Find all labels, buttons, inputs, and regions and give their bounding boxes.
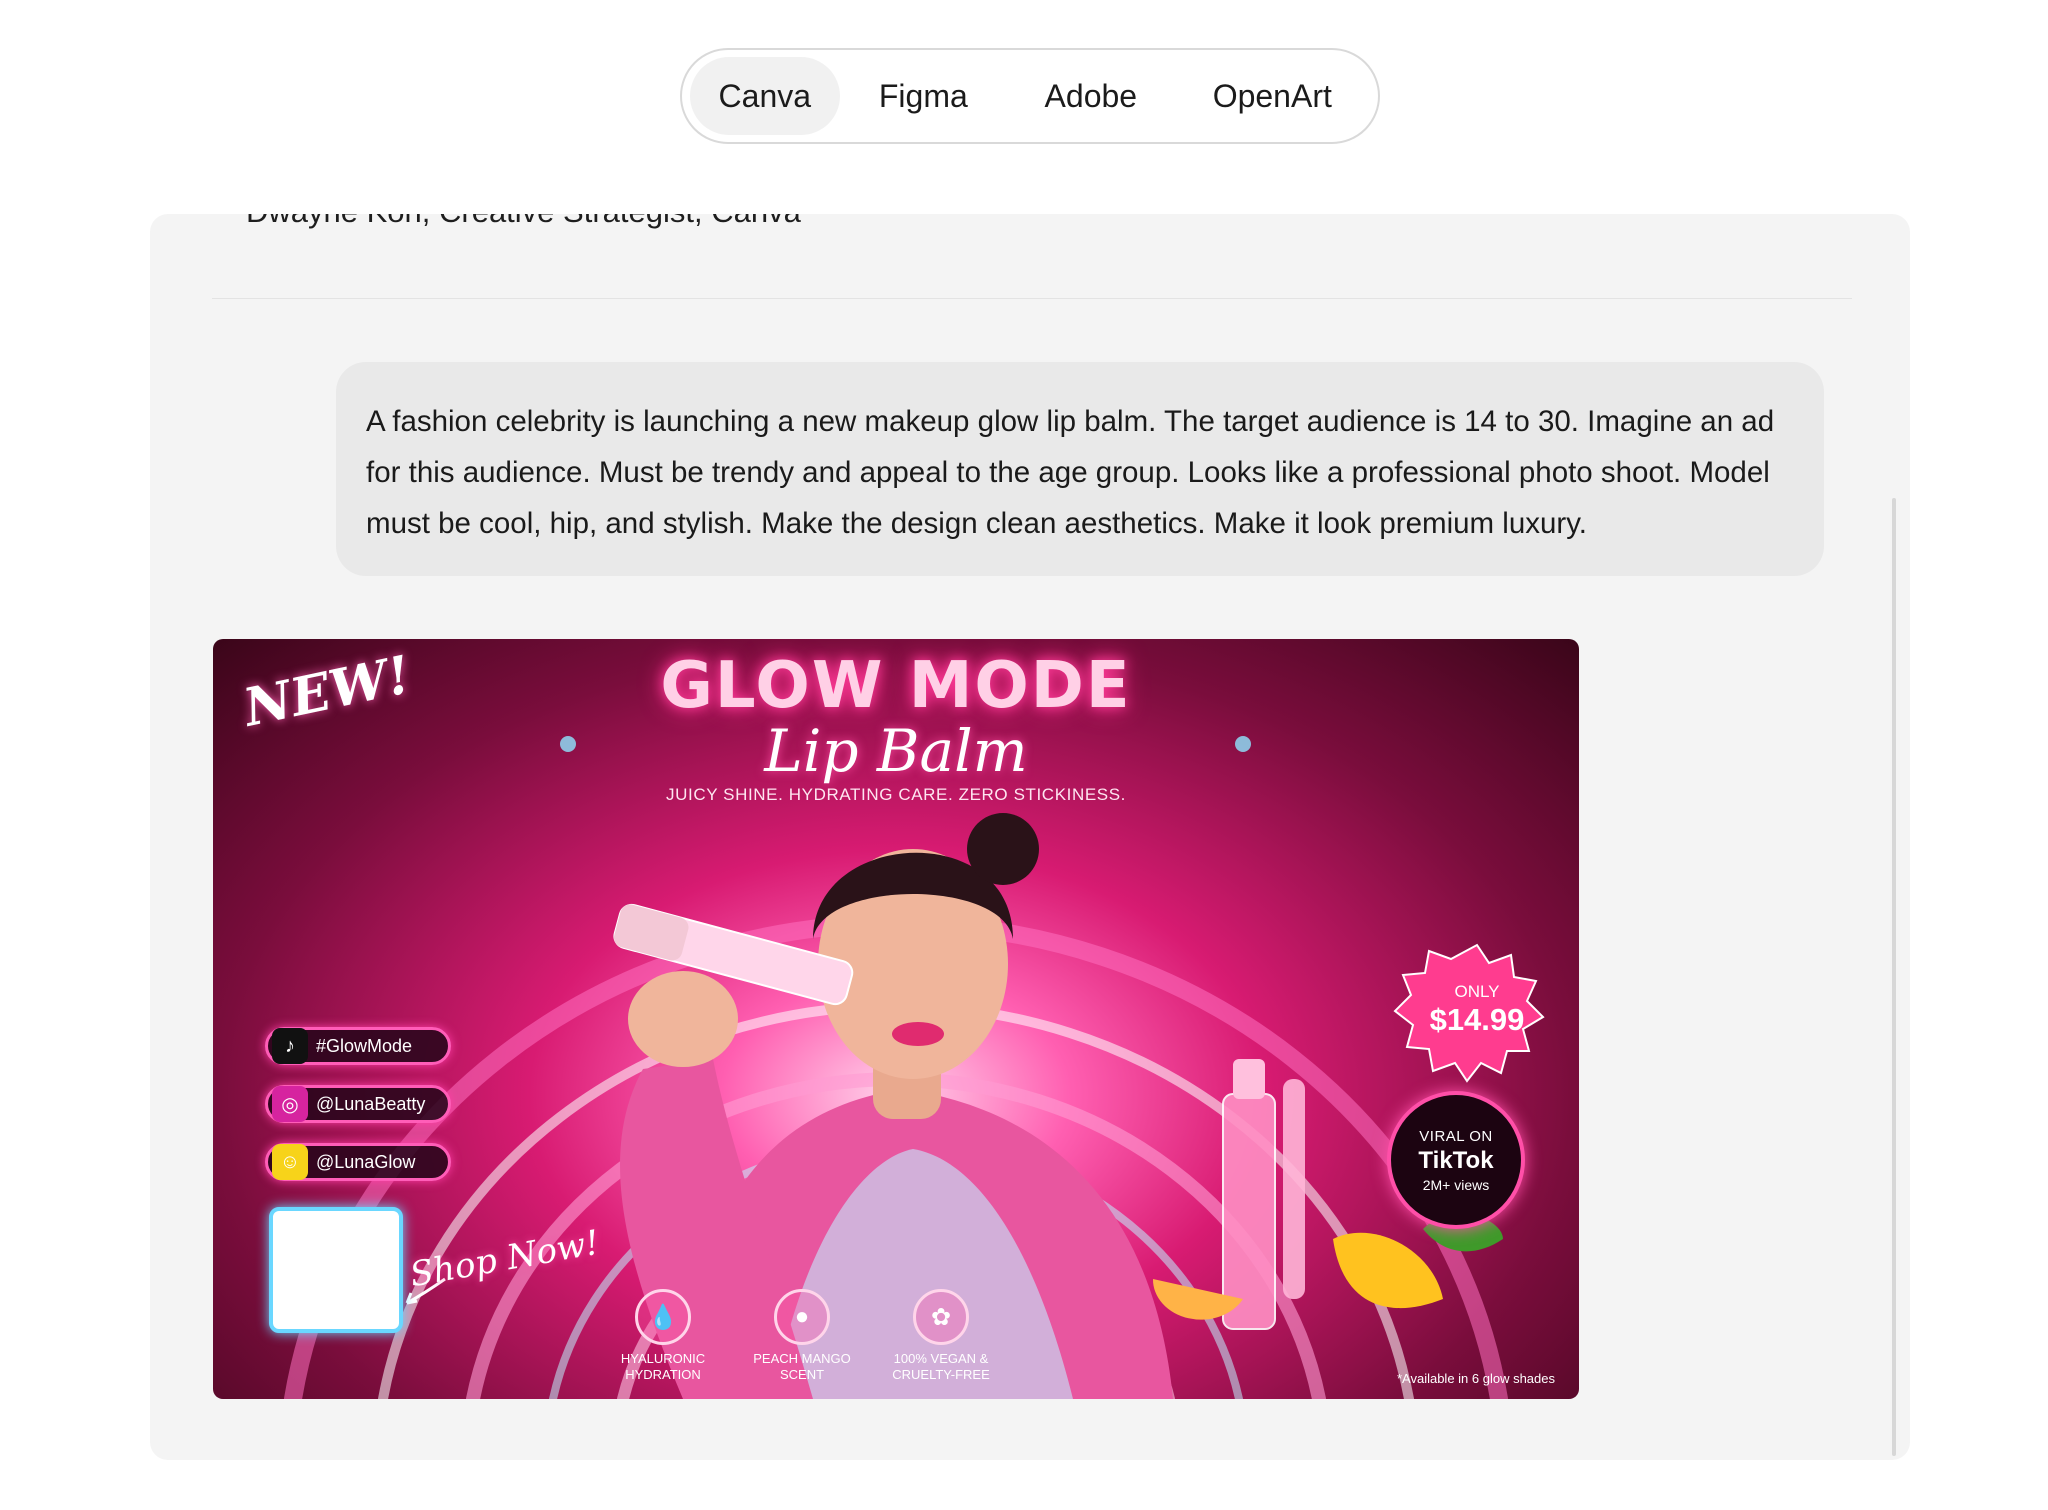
ad-disclaimer: *Available in 6 glow shades — [1396, 1371, 1555, 1386]
tab-figma[interactable]: Figma — [840, 57, 1008, 135]
tool-switcher: Canva Figma Adobe OpenArt — [680, 48, 1380, 144]
instagram-icon: ◎ — [272, 1086, 308, 1122]
divider — [212, 298, 1852, 299]
feature-hydration: 💧 HYALURONIC HYDRATION — [598, 1289, 728, 1383]
feature-label: PEACH MANGO SCENT — [753, 1351, 851, 1382]
droplet-icon: 💧 — [635, 1289, 691, 1345]
ad-script-line: Lip Balm — [764, 717, 1028, 785]
social-handle: @LunaGlow — [316, 1151, 416, 1172]
tab-adobe[interactable]: Adobe — [1007, 57, 1175, 135]
conversation-panel: Dwayne Koh, Creative Strategist, Canva A… — [150, 214, 1910, 1460]
generated-ad-image[interactable]: NEW! GLOW MODE Lip Balm JUICY SHINE. HYD… — [213, 639, 1579, 1399]
tab-openart[interactable]: OpenArt — [1175, 57, 1370, 135]
viral-on-label: VIRAL ON — [1419, 1127, 1493, 1145]
bunny-icon: ✿ — [913, 1289, 969, 1345]
social-snapchat: ☺ @LunaGlow — [265, 1143, 451, 1181]
feature-label: 100% VEGAN & CRUELTY-FREE — [892, 1351, 990, 1382]
social-instagram: ◎ @LunaBeatty — [265, 1085, 451, 1123]
tiktok-label: TikTok — [1418, 1146, 1494, 1174]
price-value: $14.99 — [1429, 1002, 1525, 1037]
user-prompt-bubble: A fashion celebrity is launching a new m… — [336, 362, 1824, 576]
price-only-label: ONLY — [1454, 982, 1500, 1001]
feature-label: HYALURONIC HYDRATION — [620, 1351, 706, 1382]
tab-canva[interactable]: Canva — [690, 57, 840, 135]
ad-headline: GLOW MODE — [660, 649, 1132, 723]
mango-icon: ● — [774, 1289, 830, 1345]
feature-vegan: ✿ 100% VEGAN & CRUELTY-FREE — [876, 1289, 1006, 1383]
tiktok-viral-badge: VIRAL ON TikTok 2M+ views — [1387, 1091, 1525, 1229]
feature-scent: ● PEACH MANGO SCENT — [737, 1289, 867, 1383]
social-tiktok: ♪ #GlowMode — [265, 1027, 451, 1065]
price-badge: ONLY $14.99 — [1413, 939, 1541, 1067]
views-label: 2M+ views — [1422, 1176, 1490, 1193]
attribution-text: Dwayne Koh, Creative Strategist, Canva — [246, 214, 801, 230]
qr-code — [269, 1207, 403, 1333]
scrollbar[interactable] — [1892, 498, 1896, 1456]
ad-tagline: JUICY SHINE. HYDRATING CARE. ZERO STICKI… — [666, 785, 1126, 804]
social-handle: #GlowMode — [316, 1035, 413, 1056]
tiktok-icon: ♪ — [272, 1028, 308, 1064]
social-handle: @LunaBeatty — [316, 1093, 426, 1114]
snapchat-icon: ☺ — [272, 1144, 308, 1180]
